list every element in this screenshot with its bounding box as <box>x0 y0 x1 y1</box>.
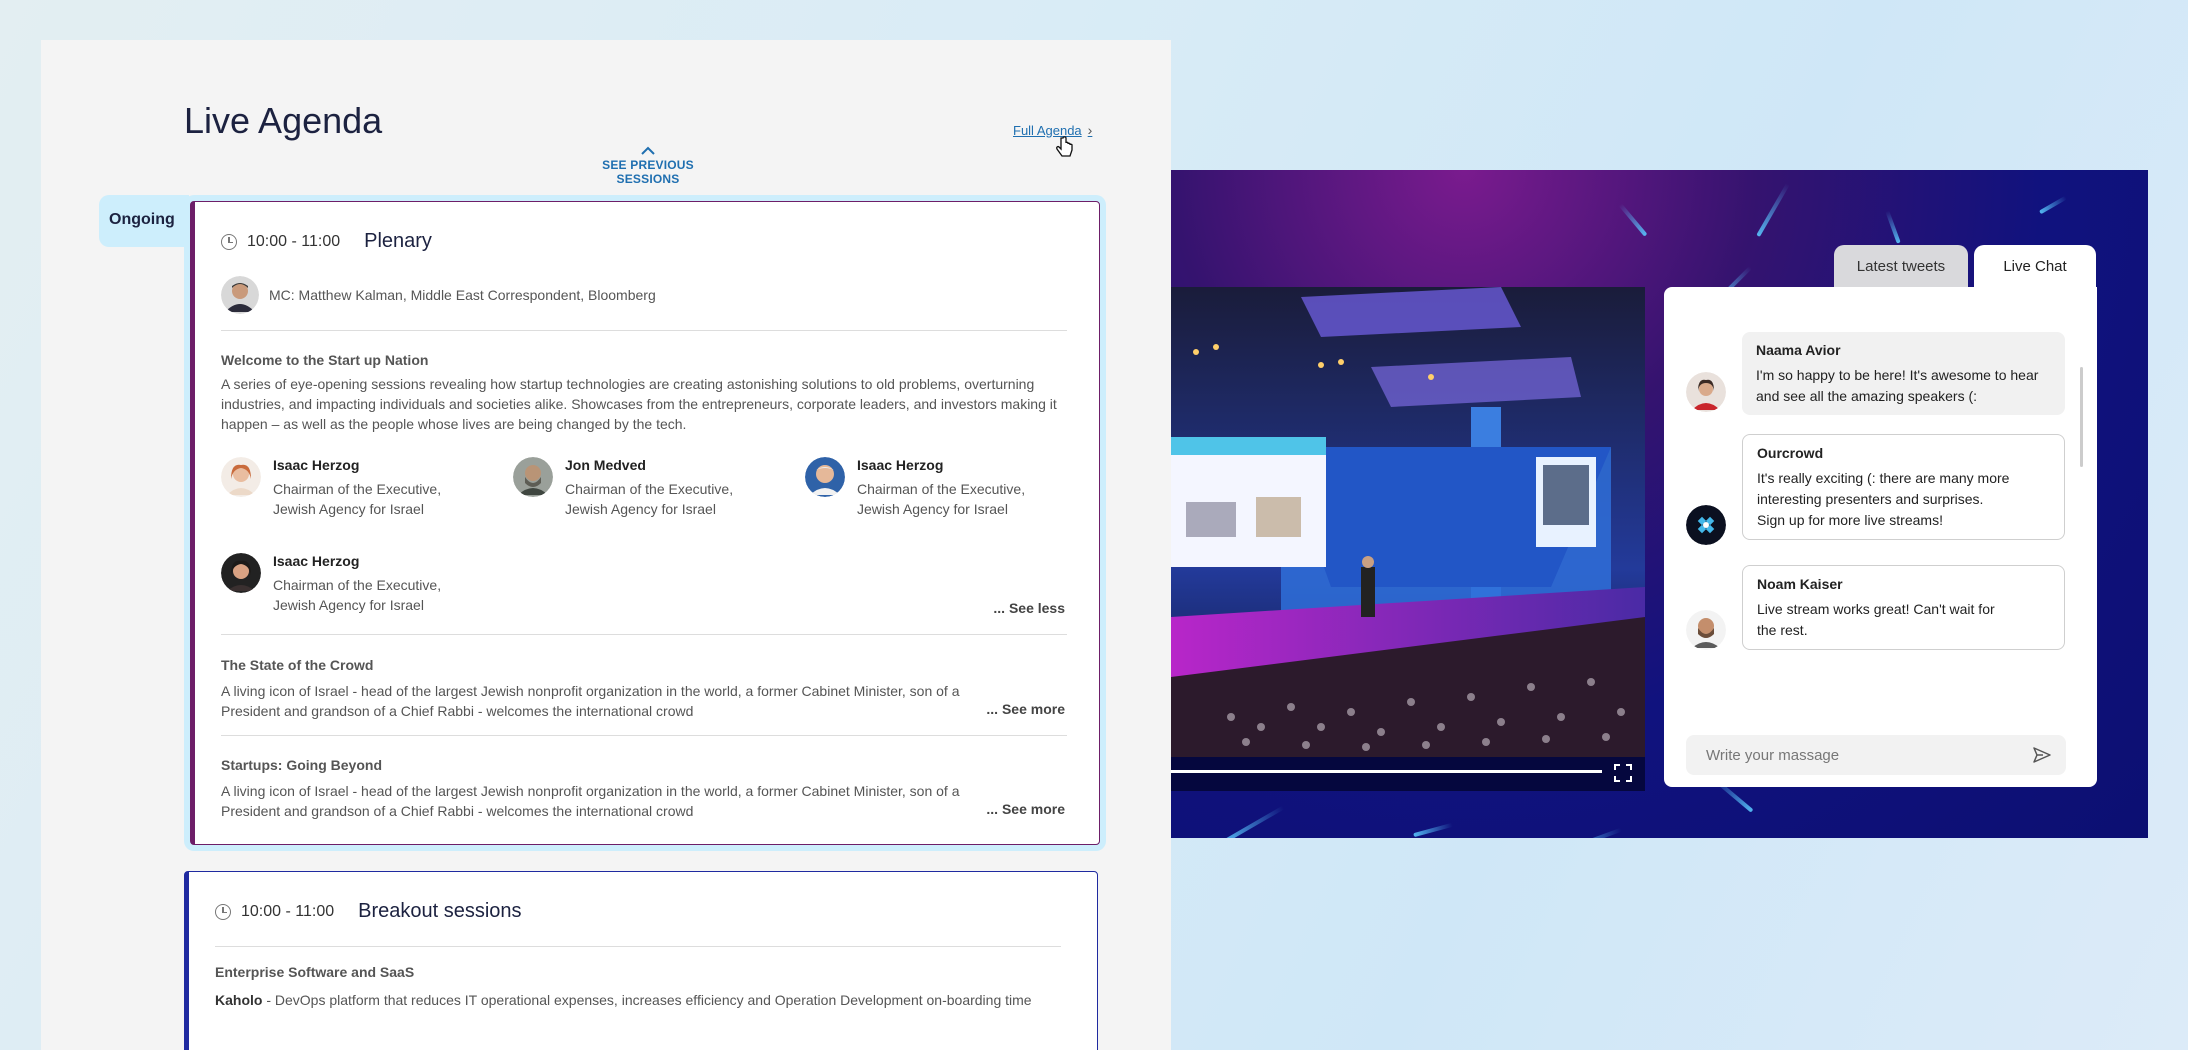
see-more-link[interactable]: ... See more <box>986 801 1065 817</box>
session-card-breakout: 10:00 - 11:00 Breakout sessions Enterpri… <box>184 871 1098 1050</box>
message-text: the rest. <box>1757 622 1808 638</box>
speaker-role: Chairman of the Executive, <box>273 577 442 593</box>
speaker-card: Isaac Herzog Chairman of the Executive, … <box>221 457 441 519</box>
video-controls <box>1171 757 1645 791</box>
clock-icon <box>215 903 231 920</box>
talk-title: Startups: Going Beyond <box>221 757 382 773</box>
speaker-card: Isaac Herzog Chairman of the Executive, … <box>221 553 441 615</box>
divider <box>221 634 1067 635</box>
agenda-panel: Live Agenda Full Agenda › SEE PREVIOUS S… <box>41 40 1171 1050</box>
send-icon[interactable] <box>2032 745 2052 765</box>
page-title: Live Agenda <box>184 100 383 141</box>
speaker-name: Jon Medved <box>565 457 646 473</box>
talk-description: A living icon of Israel - head of the la… <box>221 783 960 819</box>
tab-latest-tweets[interactable]: Latest tweets <box>1834 245 1968 289</box>
speaker-avatar <box>805 457 845 497</box>
light-streak <box>1618 203 1648 237</box>
avatar <box>1686 610 1726 650</box>
divider <box>221 735 1067 736</box>
track-title: Enterprise Software and SaaS <box>215 964 415 980</box>
mc-avatar <box>221 276 259 314</box>
speaker-org: Jewish Agency for Israel <box>565 501 716 517</box>
light-streak <box>1413 822 1453 838</box>
speaker-card: Isaac Herzog Chairman of the Executive, … <box>805 457 1025 519</box>
session-time: 10:00 - 11:00 <box>241 902 335 920</box>
speaker-org: Jewish Agency for Israel <box>273 597 424 613</box>
speaker-name: Isaac Herzog <box>273 457 360 473</box>
chevron-up-icon <box>641 146 655 155</box>
light-streak <box>1756 183 1790 237</box>
video-progress-bar[interactable] <box>1171 770 1602 773</box>
talk-title: The State of the Crowd <box>221 657 374 673</box>
session-header: 10:00 - 11:00 Breakout sessions <box>215 900 522 923</box>
chat-input-box <box>1686 735 2066 775</box>
speaker-role: Chairman of the Executive, <box>565 481 734 497</box>
ourcrowd-logo-icon <box>1686 505 1726 545</box>
video-player[interactable] <box>1171 287 1645 757</box>
chat-message-input[interactable] <box>1706 746 2032 764</box>
speaker-role: Chairman of the Executive, <box>273 481 442 497</box>
mc-row: MC: Matthew Kalman, Middle East Correspo… <box>221 276 656 314</box>
message-text: interesting presenters and surprises. <box>1757 491 1984 507</box>
light-streak <box>1564 827 1622 838</box>
speaker-org: Jewish Agency for Israel <box>273 501 424 517</box>
mc-text: MC: Matthew Kalman, Middle East Correspo… <box>269 287 656 303</box>
talk-description: A living icon of Israel - head of the la… <box>221 683 960 719</box>
see-previous-sessions-button[interactable]: SEE PREVIOUS SESSIONS <box>573 146 723 186</box>
company-description: - DevOps platform that reduces IT operat… <box>262 992 1032 1008</box>
ongoing-badge: Ongoing <box>99 195 189 247</box>
speaker-org: Jewish Agency for Israel <box>857 501 1008 517</box>
full-agenda-link[interactable]: Full Agenda › <box>1013 122 1092 138</box>
see-more-link[interactable]: ... See more <box>986 701 1065 717</box>
speaker-name: Isaac Herzog <box>857 457 944 473</box>
clock-icon <box>221 233 237 250</box>
talk-description: A series of eye-opening sessions reveali… <box>221 376 1057 432</box>
light-streak <box>2039 195 2067 215</box>
chat-message: Noam Kaiser Live stream works great! Can… <box>1742 565 2065 650</box>
light-streak <box>1221 805 1285 838</box>
company-line: Kaholo - DevOps platform that reduces IT… <box>215 992 1032 1008</box>
chat-message: Ourcrowd It's really exciting (: there a… <box>1742 434 2065 540</box>
message-author: Naama Avior <box>1756 342 1841 358</box>
stage-photo <box>1171 287 1645 757</box>
speaker-card: Jon Medved Chairman of the Executive, Je… <box>513 457 733 519</box>
see-less-link[interactable]: ... See less <box>993 600 1065 616</box>
message-author: Noam Kaiser <box>1757 576 1843 592</box>
avatar <box>1686 372 1726 412</box>
session-name: Plenary <box>364 230 432 252</box>
message-text: I'm so happy to be here! It's awesome to… <box>1756 367 2039 383</box>
session-name: Breakout sessions <box>358 900 522 922</box>
speaker-avatar <box>513 457 553 497</box>
chat-panel: Naama Avior I'm so happy to be here! It'… <box>1664 287 2097 787</box>
talk-title: Welcome to the Start up Nation <box>221 352 429 368</box>
message-text: It's really exciting (: there are many m… <box>1757 470 2010 486</box>
divider <box>215 946 1061 947</box>
chat-message: Naama Avior I'm so happy to be here! It'… <box>1742 332 2065 415</box>
see-previous-label: SEE PREVIOUS SESSIONS <box>602 158 694 186</box>
session-header: 10:00 - 11:00 Plenary <box>221 230 432 253</box>
session-time: 10:00 - 11:00 <box>247 232 341 250</box>
chevron-right-icon: › <box>1087 122 1093 138</box>
speaker-name: Isaac Herzog <box>273 553 360 569</box>
speaker-avatar <box>221 553 261 593</box>
session-card-plenary: 10:00 - 11:00 Plenary MC: Matthew Kalman… <box>190 201 1100 845</box>
message-author: Ourcrowd <box>1757 445 1824 461</box>
message-text: Live stream works great! Can't wait for <box>1757 601 1995 617</box>
message-text: and see all the amazing speakers (: <box>1756 388 1978 404</box>
light-streak <box>1885 210 1901 244</box>
tab-live-chat[interactable]: Live Chat <box>1974 245 2096 289</box>
company-name: Kaholo <box>215 992 263 1008</box>
divider <box>221 330 1067 331</box>
fullscreen-icon[interactable] <box>1614 764 1632 782</box>
speaker-role: Chairman of the Executive, <box>857 481 1026 497</box>
hand-cursor-icon <box>1056 136 1073 157</box>
chat-scrollbar[interactable] <box>2080 367 2083 467</box>
message-text: Sign up for more live streams! <box>1757 512 1943 528</box>
speaker-avatar <box>221 457 261 497</box>
